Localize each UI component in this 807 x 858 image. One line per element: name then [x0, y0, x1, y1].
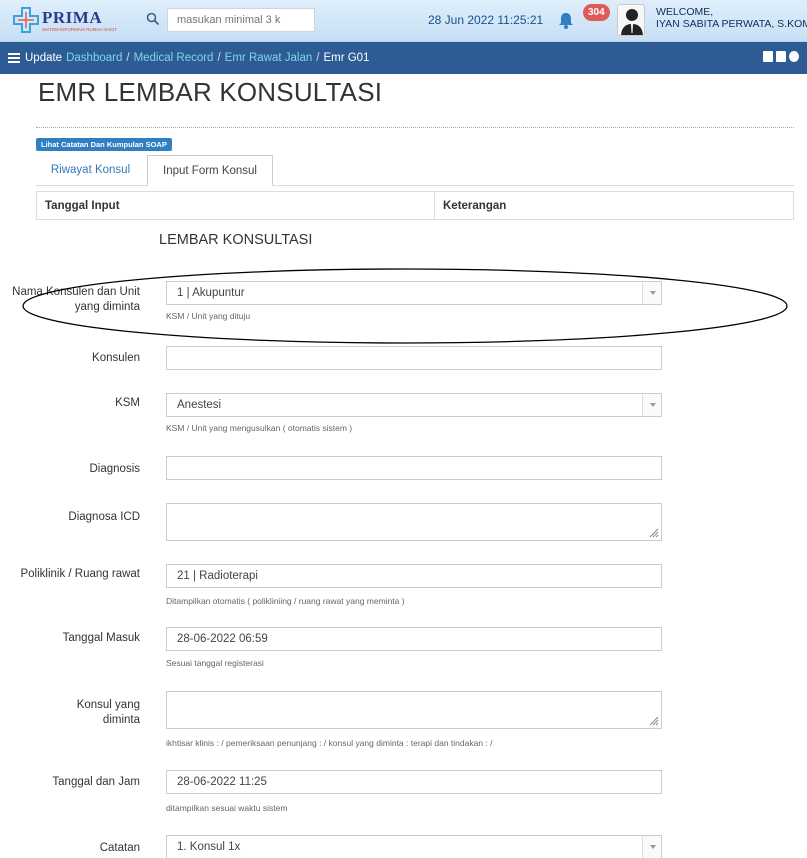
page-title: EMR LEMBAR KONSULTASI	[38, 77, 383, 107]
ksm-value: Anestesi	[177, 399, 222, 411]
tanggal-jam-field[interactable]: 28-06-2022 11:25	[166, 770, 662, 794]
poliklinik-field[interactable]: 21 | Radioterapi	[166, 564, 662, 588]
breadcrumb-separator: /	[217, 52, 221, 64]
label-ksm: KSM	[115, 397, 140, 409]
help-poliklinik: Ditampilkan otomatis ( polikliniing / ru…	[166, 596, 405, 606]
tab-input-form-konsul[interactable]: Input Form Konsul	[147, 155, 273, 186]
chevron-down-icon[interactable]	[642, 394, 661, 416]
help-tanggal-jam: ditampilkan sesuai waktu sistem	[166, 803, 288, 813]
catatan-value: 1. Konsul 1x	[177, 841, 241, 853]
notification-badge[interactable]: 304	[583, 4, 610, 21]
label-catatan: Catatan	[99, 842, 140, 854]
breadcrumb-separator: /	[316, 52, 320, 64]
breadcrumb-dashboard[interactable]: Dashboard	[66, 52, 122, 64]
breadcrumb-separator: /	[126, 52, 130, 64]
column-tanggal-input: Tanggal Input	[45, 200, 120, 212]
welcome-text: WELCOME, IYAN SABITA PERWATA, S.KOM	[656, 6, 807, 30]
breadcrumb-current: Emr G01	[323, 52, 370, 64]
label-konsul-diminta: Konsul yang diminta	[76, 699, 140, 726]
breadcrumb-emr-rawat-jalan[interactable]: Emr Rawat Jalan	[225, 52, 313, 64]
logo-cross-icon	[13, 7, 39, 33]
label-diagnosis: Diagnosis	[89, 463, 141, 475]
toolbar-icons	[763, 51, 799, 62]
highlight-ellipse	[22, 268, 788, 344]
chat-icon[interactable]	[789, 51, 799, 62]
soap-button[interactable]: Lihat Catatan Dan Kumpulan SOAP	[36, 138, 172, 151]
tabs: Riwayat Konsul Input Form Konsul	[36, 155, 794, 186]
catatan-select[interactable]: 1. Konsul 1x	[166, 835, 662, 858]
image-icon[interactable]	[763, 51, 773, 62]
help-tanggal-masuk: Sesuai tanggal registerasi	[166, 658, 264, 668]
label-tanggal-jam: Tanggal dan Jam	[52, 776, 140, 788]
label-poliklinik: Poliklinik / Ruang rawat	[20, 568, 140, 580]
konsul-diminta-textarea[interactable]	[166, 691, 662, 729]
user-icon	[621, 9, 643, 35]
tab-riwayat-konsul[interactable]: Riwayat Konsul	[36, 155, 145, 186]
column-keterangan: Keterangan	[443, 200, 507, 212]
hamburger-menu-icon[interactable]	[8, 53, 20, 63]
help-konsul-diminta: ikhtisar klinis : / pemeriksaan penunjan…	[166, 738, 493, 748]
datetime-display: 28 Jun 2022 11:25:21	[428, 13, 544, 27]
logo-subtext: SISTEM INFORMASI RUMAH SAKIT	[42, 27, 118, 32]
search-icon[interactable]	[146, 12, 160, 26]
resize-handle-icon[interactable]	[649, 716, 659, 726]
diagnosis-field[interactable]	[166, 456, 662, 480]
divider	[36, 127, 794, 128]
label-tanggal-masuk: Tanggal Masuk	[62, 632, 140, 644]
diagnosa-icd-textarea[interactable]	[166, 503, 662, 541]
ksm-select[interactable]: Anestesi	[166, 393, 662, 417]
logo-text: PRIMA	[42, 8, 103, 27]
tanggal-masuk-field[interactable]: 28-06-2022 06:59	[166, 627, 662, 651]
search-input[interactable]	[167, 8, 315, 32]
chevron-down-icon[interactable]	[642, 836, 661, 858]
table-header: Tanggal Input Keterangan	[36, 191, 794, 220]
top-header: PRIMA SISTEM INFORMASI RUMAH SAKIT 28 Ju…	[0, 0, 807, 42]
konsulen-field[interactable]	[166, 346, 662, 370]
user-name: IYAN SABITA PERWATA, S.KOM	[656, 18, 807, 30]
update-label[interactable]: Update	[25, 52, 62, 64]
clipboard-icon[interactable]	[776, 51, 786, 62]
breadcrumb-medical-record[interactable]: Medical Record	[134, 52, 214, 64]
welcome-label: WELCOME,	[656, 6, 714, 18]
section-title: LEMBAR KONSULTASI	[159, 232, 313, 248]
label-diagnosa-icd: Diagnosa ICD	[68, 511, 140, 523]
resize-handle-icon[interactable]	[649, 528, 659, 538]
help-ksm: KSM / Unit yang mengusulkan ( otomatis s…	[166, 423, 353, 433]
column-divider	[434, 192, 435, 219]
bell-icon[interactable]	[556, 10, 576, 30]
avatar[interactable]	[617, 4, 645, 36]
label-konsulen: Konsulen	[92, 352, 140, 364]
breadcrumb: Update Dashboard / Medical Record / Emr …	[0, 42, 807, 74]
prima-logo[interactable]: PRIMA SISTEM INFORMASI RUMAH SAKIT	[12, 6, 142, 36]
